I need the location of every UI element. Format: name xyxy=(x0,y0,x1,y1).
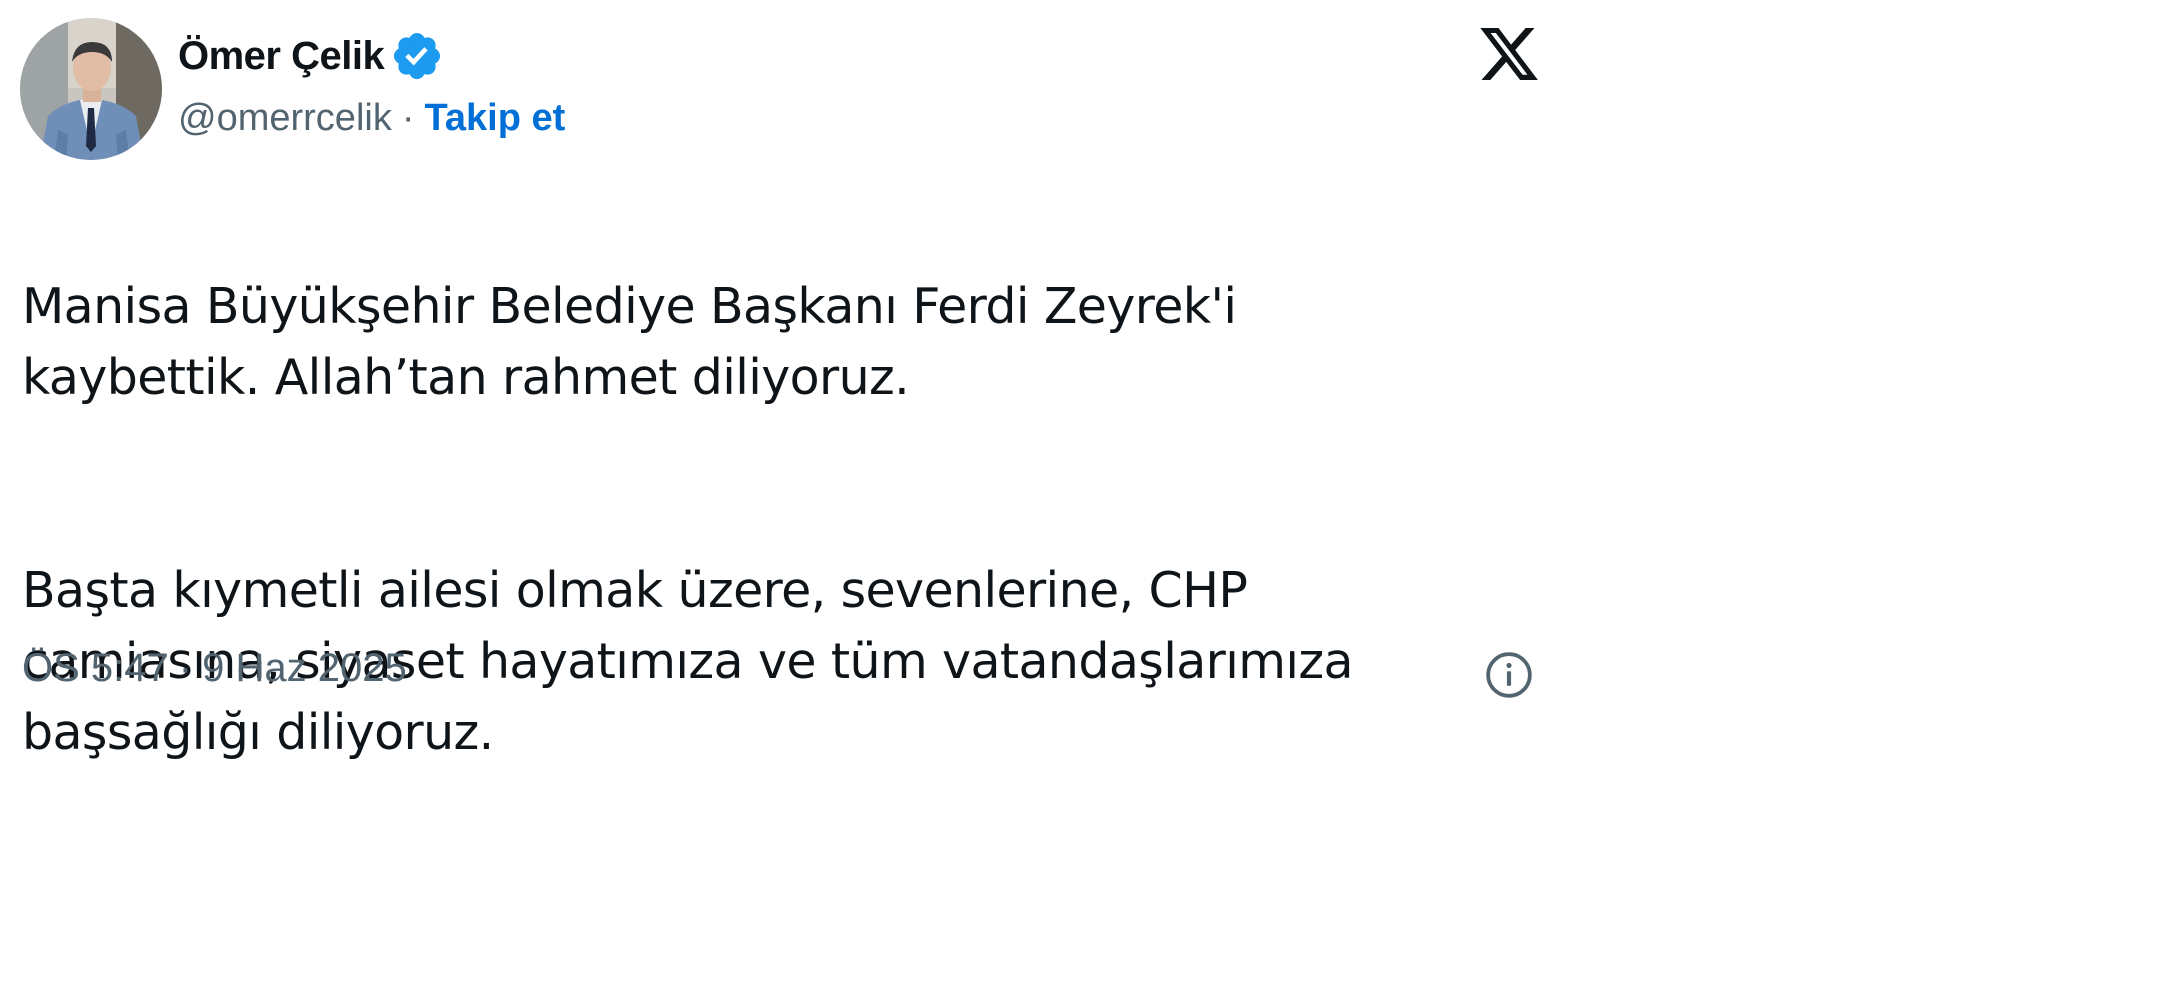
author-handle[interactable]: @omerrcelik xyxy=(178,97,392,140)
verified-badge-icon[interactable] xyxy=(390,29,444,83)
author-handle-row: @omerrcelik · Takip et xyxy=(178,92,565,144)
tweet-paragraph-1: Manisa Büyükşehir Belediye Başkanı Ferdi… xyxy=(22,278,1237,406)
tweet-time[interactable]: ÖS 5:47 xyxy=(22,646,169,691)
x-logo-icon[interactable] xyxy=(1476,22,1542,86)
author-name-row: Ömer Çelik xyxy=(178,30,565,82)
tweet-text: Manisa Büyükşehir Belediye Başkanı Ferdi… xyxy=(22,200,1502,839)
author-info: Ömer Çelik @omerrcelik · Takip et xyxy=(178,30,565,144)
avatar[interactable] xyxy=(20,18,162,160)
handle-separator: · xyxy=(401,96,415,139)
info-icon[interactable] xyxy=(1484,650,1534,700)
timestamp-separator: · xyxy=(178,646,193,690)
tweet-date[interactable]: 9 Haz 2025 xyxy=(202,646,407,691)
follow-link[interactable]: Takip et xyxy=(424,97,565,140)
tweet-embed-card: Ömer Çelik @omerrcelik · Takip et Manisa… xyxy=(0,0,1560,761)
avatar-photo xyxy=(20,18,162,160)
author-display-name[interactable]: Ömer Çelik xyxy=(178,34,385,79)
tweet-timestamp: ÖS 5:47 · 9 Haz 2025 xyxy=(22,646,407,691)
